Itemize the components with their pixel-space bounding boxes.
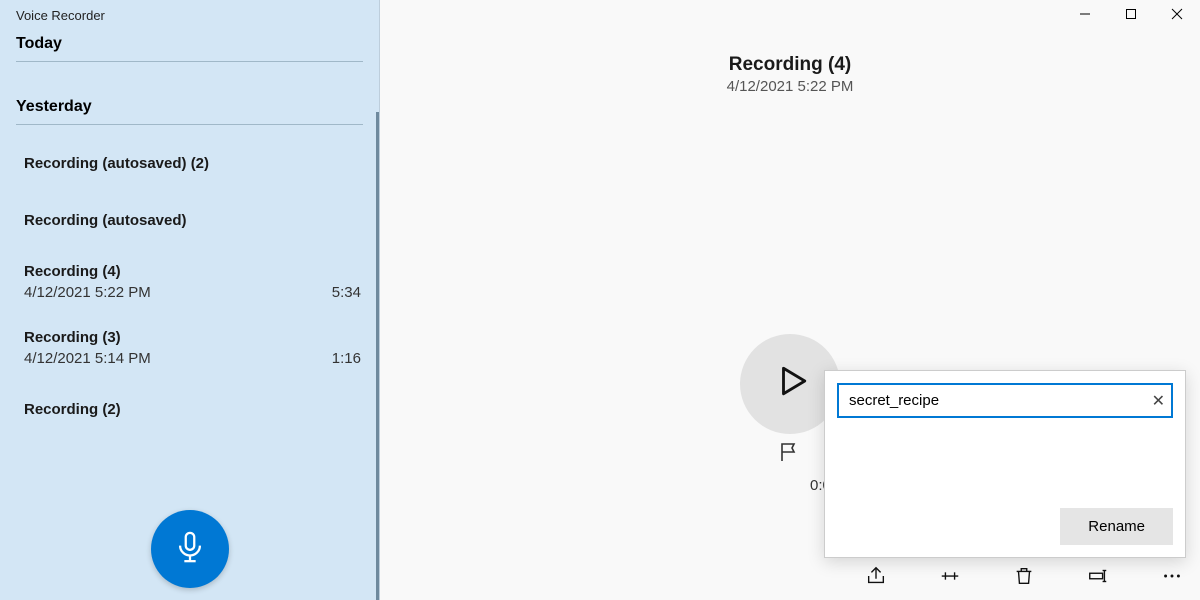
trim-button[interactable] [938, 566, 962, 590]
recording-datetime: 4/12/2021 5:22 PM [24, 284, 151, 301]
rename-button-icon[interactable] [1086, 566, 1110, 590]
action-toolbar [864, 566, 1184, 590]
recording-datetime: 4/12/2021 5:14 PM [24, 350, 151, 367]
record-button[interactable] [151, 510, 229, 588]
rename-icon [1087, 565, 1109, 592]
recording-item[interactable]: Recording (autosaved) (2) [0, 135, 379, 192]
recording-title: Recording (autosaved) (2) [24, 155, 209, 172]
ellipsis-icon [1161, 565, 1183, 592]
more-button[interactable] [1160, 566, 1184, 590]
flag-icon [778, 451, 802, 468]
play-icon [771, 362, 809, 405]
recording-title: Recording (4) [24, 263, 151, 280]
minimize-icon [1079, 7, 1091, 25]
share-icon [865, 565, 887, 592]
scrollbar[interactable] [376, 112, 379, 600]
recording-duration: 1:16 [332, 350, 361, 367]
rename-popup: ✕ Rename [824, 370, 1186, 558]
recording-item[interactable]: Recording (2) [0, 381, 379, 438]
detail-title: Recording (4) [380, 54, 1200, 76]
section-header-yesterday: Yesterday [0, 88, 379, 124]
recording-item[interactable]: Recording (autosaved) [0, 192, 379, 249]
recording-item[interactable]: Recording (3) 4/12/2021 5:14 PM 1:16 [0, 315, 379, 381]
close-icon [1171, 7, 1183, 25]
recording-title: Recording (autosaved) [24, 212, 187, 229]
recording-title: Recording (2) [24, 401, 121, 418]
rename-input[interactable] [837, 383, 1173, 418]
sidebar: Voice Recorder Today Yesterday Recording… [0, 0, 380, 600]
microphone-icon [173, 530, 207, 569]
trash-icon [1013, 565, 1035, 592]
app-title: Voice Recorder [0, 0, 379, 25]
close-button[interactable] [1154, 0, 1200, 32]
maximize-icon [1125, 7, 1137, 25]
close-icon: ✕ [1152, 393, 1165, 410]
marker-button[interactable] [778, 440, 802, 469]
main-panel: Recording (4) 4/12/2021 5:22 PM 0:00 [380, 0, 1200, 600]
share-button[interactable] [864, 566, 888, 590]
clear-input-button[interactable]: ✕ [1152, 391, 1165, 411]
rename-confirm-button[interactable]: Rename [1060, 508, 1173, 545]
recording-duration: 5:34 [332, 284, 361, 301]
detail-datetime: 4/12/2021 5:22 PM [380, 78, 1200, 95]
recording-item[interactable]: Recording (4) 4/12/2021 5:22 PM 5:34 [0, 249, 379, 315]
delete-button[interactable] [1012, 566, 1036, 590]
section-header-today: Today [0, 25, 379, 61]
trim-icon [939, 565, 961, 592]
minimize-button[interactable] [1062, 0, 1108, 32]
maximize-button[interactable] [1108, 0, 1154, 32]
window-controls [1062, 0, 1200, 32]
recording-title: Recording (3) [24, 329, 151, 346]
